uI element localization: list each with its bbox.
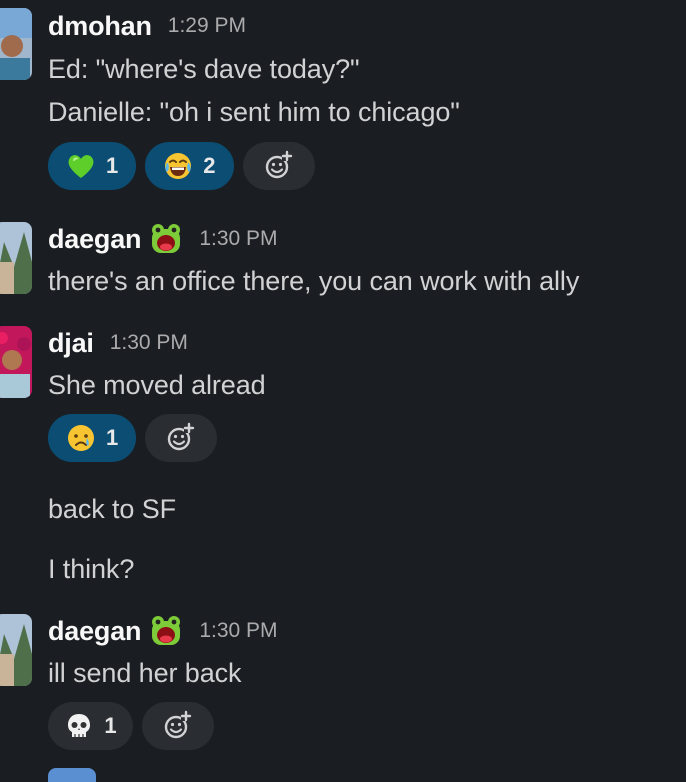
joy-icon [165,153,192,179]
reaction-count: 2 [203,153,216,178]
reaction-count: 1 [106,425,119,450]
avatar[interactable] [0,222,32,294]
cry-icon [68,425,94,451]
timestamp[interactable]: 1:30 PM [199,227,277,251]
avatar[interactable] [0,614,32,686]
message-text: She moved alread [48,370,266,400]
message-text: ill send her back [48,658,242,688]
frog-icon [149,614,183,648]
message-text: Danielle: "oh i sent him to chicago" [48,97,460,127]
message-text: there's an office there, you can work wi… [48,266,580,296]
skull-icon [68,714,91,737]
frog-icon [149,222,183,256]
username[interactable]: djai [48,328,94,359]
reaction-count: 1 [106,153,119,178]
reaction-cry[interactable]: 1 [48,414,137,462]
username[interactable]: daegan [48,224,142,255]
reaction-joy[interactable]: 2 [145,142,234,190]
timestamp[interactable]: 1:30 PM [199,619,277,643]
message-text: back to SF [48,494,177,524]
add-reaction-button[interactable] [142,702,214,750]
add-emoji-icon [162,710,194,742]
add-emoji-icon [165,422,197,454]
timestamp[interactable]: 1:29 PM [168,14,246,38]
username[interactable]: daegan [48,616,142,647]
username[interactable]: dmohan [48,11,152,42]
reaction-count: 1 [104,713,117,738]
green-heart-icon [68,155,94,178]
avatar[interactable] [0,8,32,80]
add-reaction-button[interactable] [242,142,315,190]
message-text: Ed: "where's dave today?" [48,54,360,84]
reaction-bar: 1 [48,414,218,462]
reaction-green-heart[interactable]: 1 [48,142,137,190]
reaction-bar: 1 2 [48,142,315,190]
timestamp[interactable]: 1:30 PM [110,331,188,355]
avatar[interactable] [0,326,32,398]
add-emoji-icon [263,150,295,182]
message-text: I think? [48,554,135,584]
add-reaction-button[interactable] [145,414,218,462]
avatar[interactable] [48,768,96,782]
reaction-bar: 1 [48,702,214,750]
reaction-skull[interactable]: 1 [48,702,133,750]
